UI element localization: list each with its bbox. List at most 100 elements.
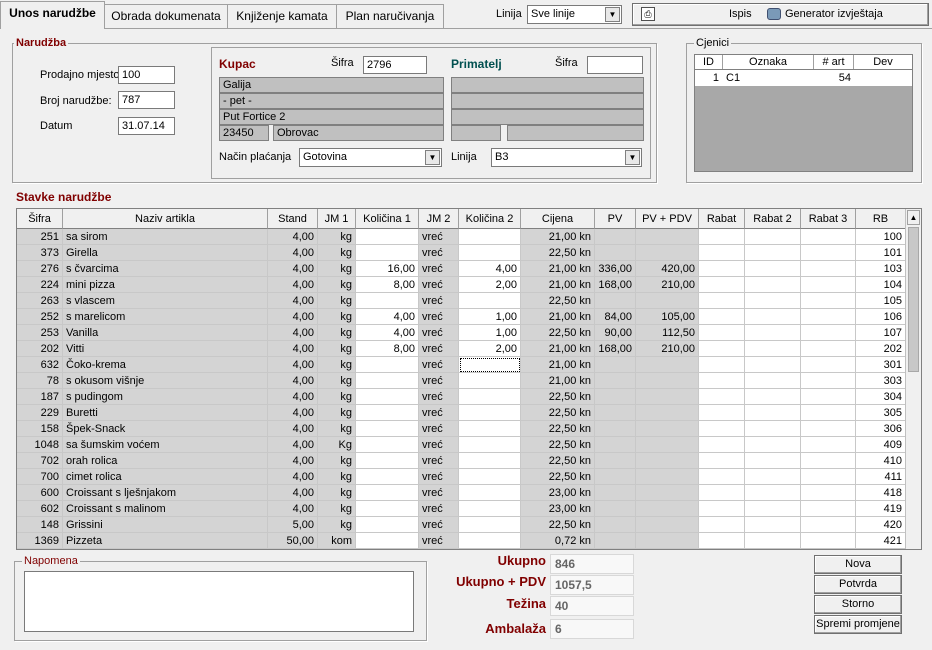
cell-rabat2[interactable] [745,421,801,437]
cell-rabat3[interactable] [801,501,856,517]
table-row[interactable]: 252 s marelicom 4,00 kg 4,00 vreć 1,00 21,00 kn… [17,309,906,325]
table-row[interactable]: 602 Croissant s malinom 4,00 kg vreć 23,00 kn… [17,501,906,517]
stavke-scrollbar[interactable]: ▲ [905,209,921,549]
cell-rb[interactable]: 101 [856,245,906,261]
cell-rabat[interactable] [699,485,745,501]
cell-rabat2[interactable] [745,501,801,517]
col-header-cijena[interactable]: Cijena [521,209,595,229]
cell-rb[interactable]: 304 [856,389,906,405]
cell-rabat2[interactable] [745,277,801,293]
primatelj-sifra-input[interactable] [587,56,643,74]
col-header-rabat2[interactable]: Rabat 2 [745,209,801,229]
cell-kolicina2[interactable] [459,533,521,549]
nova-button[interactable]: Nova [814,555,902,574]
cell-rb[interactable]: 418 [856,485,906,501]
napomena-textarea[interactable] [24,571,414,632]
cjenici-row[interactable]: 1 C1 54 [695,70,912,86]
cell-kolicina1[interactable] [356,389,419,405]
cell-rb[interactable]: 202 [856,341,906,357]
cell-rabat2[interactable] [745,389,801,405]
table-row[interactable]: 158 Špek-Snack 4,00 kg vreć 22,50 kn 306 [17,421,906,437]
cell-kolicina2[interactable] [459,357,521,373]
cell-kolicina2[interactable] [459,421,521,437]
cell-rabat3[interactable] [801,533,856,549]
cell-rb[interactable]: 421 [856,533,906,549]
scroll-thumb[interactable] [908,227,919,372]
cell-kolicina2[interactable]: 1,00 [459,309,521,325]
cell-rabat3[interactable] [801,421,856,437]
col-header-kolicina2[interactable]: Količina 2 [459,209,521,229]
cell-kolicina2[interactable] [459,405,521,421]
chevron-down-icon[interactable]: ▼ [625,150,640,165]
cell-kolicina1[interactable] [356,293,419,309]
cjenici-col-dev[interactable]: Dev [854,55,912,69]
cell-kolicina2[interactable] [459,453,521,469]
cell-kolicina1[interactable] [356,421,419,437]
cell-kolicina2[interactable] [459,389,521,405]
cell-rabat2[interactable] [745,309,801,325]
cell-rabat2[interactable] [745,229,801,245]
table-row[interactable]: 1048 sa šumskim voćem 4,00 Kg vreć 22,50 kn 40… [17,437,906,453]
cell-rabat3[interactable] [801,405,856,421]
table-row[interactable]: 600 Croissant s lješnjakom 4,00 kg vreć 23,00… [17,485,906,501]
cell-rb[interactable]: 420 [856,517,906,533]
cell-kolicina1[interactable] [356,517,419,533]
cell-kolicina2[interactable] [459,501,521,517]
cell-kolicina1[interactable] [356,229,419,245]
cell-kolicina1[interactable]: 4,00 [356,325,419,341]
ispis-button[interactable]: Ispis [729,8,752,20]
cell-kolicina1[interactable] [356,245,419,261]
cell-kolicina2[interactable]: 2,00 [459,341,521,357]
cell-rabat3[interactable] [801,357,856,373]
cell-rabat2[interactable] [745,533,801,549]
cell-kolicina1[interactable] [356,373,419,389]
col-header-naziv[interactable]: Naziv artikla [63,209,268,229]
cell-kolicina1[interactable] [356,485,419,501]
cell-rabat3[interactable] [801,517,856,533]
cell-rabat3[interactable] [801,469,856,485]
table-row[interactable]: 251 sa sirom 4,00 kg vreć 21,00 kn 100 [17,229,906,245]
cell-rb[interactable]: 411 [856,469,906,485]
cell-rabat3[interactable] [801,325,856,341]
printer-icon[interactable]: ⎙ [641,7,655,21]
broj-narudzbe-input[interactable]: 787 [118,91,175,109]
cell-rabat3[interactable] [801,485,856,501]
tab-obrada-dokumenata[interactable]: Obrada dokumenata [104,4,228,28]
cell-rabat[interactable] [699,229,745,245]
cell-rb[interactable]: 106 [856,309,906,325]
cell-rabat[interactable] [699,437,745,453]
cell-rabat2[interactable] [745,469,801,485]
table-row[interactable]: 224 mini pizza 4,00 kg 8,00 vreć 2,00 21,00 kn 1… [17,277,906,293]
cell-rabat2[interactable] [745,517,801,533]
scroll-up-arrow-icon[interactable]: ▲ [907,210,920,225]
cell-rabat3[interactable] [801,229,856,245]
cell-rabat2[interactable] [745,325,801,341]
cell-rb[interactable]: 419 [856,501,906,517]
cell-kolicina2[interactable]: 2,00 [459,277,521,293]
generator-izvjestaja-button[interactable]: Generator izvještaja [785,8,883,20]
col-header-rabat[interactable]: Rabat [699,209,745,229]
cell-rabat2[interactable] [745,453,801,469]
cell-rabat2[interactable] [745,405,801,421]
cell-kolicina1[interactable] [356,453,419,469]
cell-rabat[interactable] [699,341,745,357]
tab-plan-narucivanja[interactable]: Plan naručivanja [336,4,444,28]
cell-rb[interactable]: 303 [856,373,906,389]
cell-rabat2[interactable] [745,245,801,261]
cell-kolicina2[interactable] [459,293,521,309]
cell-rb[interactable]: 301 [856,357,906,373]
cell-kolicina2[interactable] [459,373,521,389]
prodajno-mjesto-input[interactable]: 100 [118,66,175,84]
cell-rabat[interactable] [699,405,745,421]
potvrda-button[interactable]: Potvrda [814,575,902,594]
cell-rabat[interactable] [699,469,745,485]
cell-rabat[interactable] [699,293,745,309]
col-header-rb[interactable]: RB [856,209,906,229]
table-row[interactable]: 253 Vanilla 4,00 kg 4,00 vreć 1,00 22,50 kn 90,0… [17,325,906,341]
col-header-sifra[interactable]: Šifra [17,209,63,229]
table-row[interactable]: 632 Čoko-krema 4,00 kg vreć 21,00 kn 301 [17,357,906,373]
cell-kolicina1[interactable]: 16,00 [356,261,419,277]
cell-rb[interactable]: 105 [856,293,906,309]
cell-kolicina2[interactable] [459,437,521,453]
cell-rb[interactable]: 409 [856,437,906,453]
